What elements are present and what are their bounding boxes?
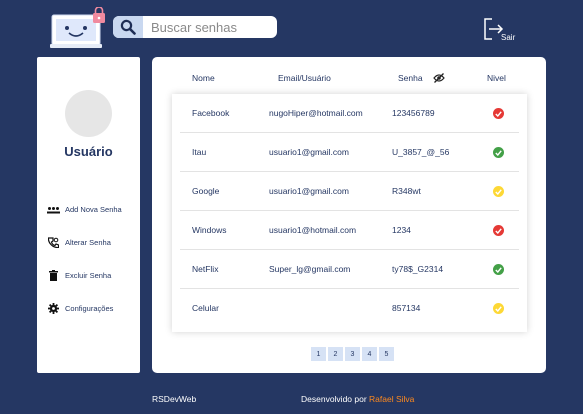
header-password: Senha (398, 73, 423, 83)
pagination: 12345 (311, 347, 394, 361)
table-row[interactable]: NetFlix Super_lg@gmail.com ty78$_G2314 (172, 250, 527, 289)
header-email: Email/Usuário (278, 73, 331, 83)
footer-brand: RSDevWeb (152, 394, 197, 404)
sidebar-item-label: Add Nova Senha (65, 205, 122, 214)
password-list: Facebook nugoHiper@hotmail.com 123456789 It… (172, 94, 527, 332)
page-button[interactable]: 5 (379, 347, 394, 361)
hide-password-icon[interactable] (433, 73, 445, 85)
trash-icon (46, 270, 60, 282)
level-check-icon (493, 303, 504, 314)
cell-password: 857134 (392, 303, 421, 313)
cell-name: NetFlix (192, 264, 219, 274)
cell-email: nugoHiper@hotmail.com (269, 108, 363, 118)
search-icon[interactable] (113, 16, 143, 38)
sidebar-item-label: Configurações (65, 304, 114, 313)
cell-password: U_3857_@_56 (392, 147, 450, 157)
level-check-icon (493, 225, 504, 236)
cell-password: R348wt (392, 186, 421, 196)
cell-password: 1234 (392, 225, 411, 235)
header-name: Nome (192, 73, 215, 83)
level-check-icon (493, 264, 504, 275)
page-button[interactable]: 4 (362, 347, 377, 361)
footer-credit: Desenvolvido por Rafael Silva (301, 394, 414, 404)
table-row[interactable]: Itau usuario1@gmail.com U_3857_@_56 (172, 133, 527, 172)
page-button[interactable]: 2 (328, 347, 343, 361)
cell-name: Windows (192, 225, 227, 235)
edit-key-icon (46, 237, 60, 249)
passwords-panel: Nome Email/Usuário Senha Nivel Facebook n… (152, 57, 546, 373)
username: Usuário (64, 144, 113, 159)
footer-credit-text: Desenvolvido por (301, 394, 370, 404)
cell-name: Facebook (192, 108, 230, 118)
sidebar-item-add-password[interactable]: Add Nova Senha (46, 193, 122, 226)
table-row[interactable]: Windows usuario1@hotmail.com 1234 (172, 211, 527, 250)
logo (50, 6, 108, 49)
search-input[interactable] (151, 19, 271, 35)
cell-email: usuario1@gmail.com (269, 186, 349, 196)
sidebar-item-settings[interactable]: Configurações (46, 292, 122, 325)
gear-icon (46, 303, 60, 315)
sidebar-item-delete-password[interactable]: Excluir Senha (46, 259, 122, 292)
table-row[interactable]: Celular 857134 (172, 289, 527, 328)
page-button[interactable]: 3 (345, 347, 360, 361)
footer-author: Rafael Silva (369, 394, 415, 404)
cell-name: Itau (192, 147, 207, 157)
cell-name: Celular (192, 303, 219, 313)
cell-email: usuario1@hotmail.com (269, 225, 357, 235)
sidebar-menu: Add Nova Senha Alterar Senha Excluir Sen… (46, 193, 122, 325)
level-check-icon (493, 186, 504, 197)
cell-password: 123456789 (392, 108, 435, 118)
cell-email: Super_lg@gmail.com (269, 264, 351, 274)
add-icon (46, 204, 60, 216)
exit-label: Sair (501, 33, 516, 42)
search-bar[interactable] (113, 16, 277, 38)
cell-email: usuario1@gmail.com (269, 147, 349, 157)
cell-name: Google (192, 186, 220, 196)
exit-button[interactable]: Sair (483, 17, 523, 43)
table-header: Nome Email/Usuário Senha Nivel (152, 73, 546, 87)
level-check-icon (493, 108, 504, 119)
sidebar-item-change-password[interactable]: Alterar Senha (46, 226, 122, 259)
table-row[interactable]: Google usuario1@gmail.com R348wt (172, 172, 527, 211)
avatar (65, 90, 112, 137)
sidebar-item-label: Alterar Senha (65, 238, 111, 247)
page-button[interactable]: 1 (311, 347, 326, 361)
table-row[interactable]: Facebook nugoHiper@hotmail.com 123456789 (172, 94, 527, 133)
level-check-icon (493, 147, 504, 158)
sidebar-item-label: Excluir Senha (65, 271, 112, 280)
cell-password: ty78$_G2314 (392, 264, 444, 274)
sidebar: Usuário Add Nova Senha Alterar Senha Exc… (37, 57, 140, 373)
header-level: Nivel (487, 73, 506, 83)
